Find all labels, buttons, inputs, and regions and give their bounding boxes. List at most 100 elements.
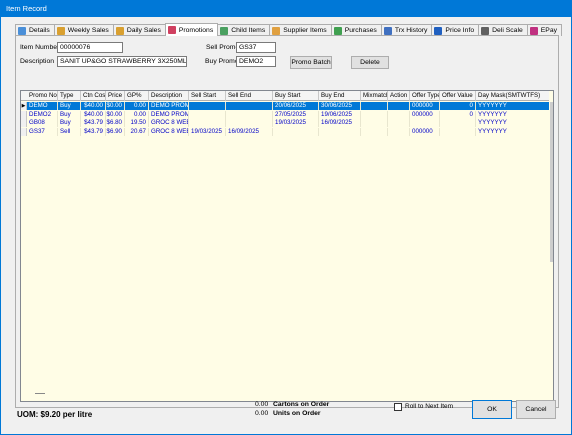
roll-to-next-item-label: Roll to Next Item — [405, 403, 454, 410]
tab-promotions[interactable]: Promotions — [164, 23, 219, 36]
table-cell[interactable]: $6.90 — [106, 127, 125, 136]
table-cell[interactable]: GS37 — [27, 127, 58, 136]
table-cell[interactable] — [361, 119, 388, 127]
table-cell[interactable]: 27/05/2025 — [273, 110, 319, 119]
table-cell[interactable]: Buy — [58, 110, 81, 119]
tab-label: Deli Scale — [492, 27, 523, 34]
description-label: Description — [20, 58, 54, 65]
ok-button[interactable]: OK — [472, 400, 512, 419]
roll-to-next-item-checkbox[interactable] — [394, 403, 402, 411]
buy-promo-field[interactable]: DEMO2 — [236, 56, 276, 67]
table-cell[interactable]: $6.80 — [106, 119, 125, 127]
table-cell[interactable] — [189, 102, 226, 110]
table-cell[interactable]: DEMO PROMO — [149, 102, 189, 110]
table-cell[interactable]: $43.79 — [81, 127, 106, 136]
table-cell[interactable] — [361, 127, 388, 136]
item-number-field[interactable]: 00000076 — [57, 42, 123, 53]
column-header[interactable]: Action — [388, 91, 410, 101]
column-header[interactable]: Offer Type — [410, 91, 440, 101]
table-cell[interactable] — [388, 102, 410, 110]
table-cell[interactable] — [388, 110, 410, 119]
epay-icon — [529, 26, 538, 35]
table-cell[interactable] — [189, 110, 226, 119]
table-cell[interactable] — [361, 102, 388, 110]
table-cell[interactable] — [388, 127, 410, 136]
table-cell[interactable]: 000000 — [410, 127, 440, 136]
table-cell[interactable]: 0.00 — [125, 110, 149, 119]
description-field[interactable]: SANIT UP&GO STRAWBERRY 3X250ML — [57, 56, 187, 67]
table-cell[interactable]: $0.00 — [106, 110, 125, 119]
promo-batch-button[interactable]: Promo Batch — [290, 56, 332, 69]
table-cell[interactable] — [226, 102, 273, 110]
column-header[interactable]: Sell Start — [189, 91, 226, 101]
table-cell[interactable]: YYYYYYY — [476, 110, 551, 119]
table-cell[interactable]: DEMO2 — [27, 110, 58, 119]
table-cell[interactable]: 0.00 — [125, 102, 149, 110]
table-cell[interactable] — [361, 110, 388, 119]
delete-button[interactable]: Delete — [351, 56, 389, 69]
table-row[interactable]: GS37Sell$43.79$6.9020.67GROC 8 WEEK19/03… — [21, 127, 551, 136]
tab-label: Supplier Items — [283, 27, 327, 34]
table-cell[interactable]: Sell — [58, 127, 81, 136]
table-cell[interactable] — [189, 119, 226, 127]
cartons-on-order-value: 0.00 — [255, 401, 269, 408]
table-cell[interactable]: 16/09/2025 — [226, 127, 273, 136]
table-cell[interactable]: 000000 — [410, 110, 440, 119]
cancel-button[interactable]: Cancel — [516, 400, 556, 419]
column-header[interactable]: Day Mask(SMTWTFS) — [476, 91, 551, 101]
table-cell[interactable]: $40.00 — [81, 102, 106, 110]
vertical-scrollbar-thumb[interactable] — [550, 102, 553, 262]
table-cell[interactable]: 19/06/2025 — [319, 110, 361, 119]
table-cell[interactable]: 000000 — [410, 102, 440, 110]
purchases-icon — [333, 26, 342, 35]
column-header[interactable]: Promo No — [27, 91, 58, 101]
table-cell[interactable]: 16/09/2025 — [319, 119, 361, 127]
table-cell[interactable]: 19/03/2025 — [273, 119, 319, 127]
column-header[interactable]: Description — [149, 91, 189, 101]
column-header[interactable]: Sell End — [226, 91, 273, 101]
tab-label: Promotions — [178, 26, 214, 34]
table-cell[interactable]: 0 — [440, 110, 476, 119]
table-cell[interactable] — [226, 119, 273, 127]
table-row[interactable]: DEMO2Buy$40.00$0.000.00DEMO PROMO 27/05/2… — [21, 110, 551, 119]
promotions-grid[interactable]: Promo No Type Ctn Cost Price GP% Description S… — [20, 90, 554, 402]
vertical-scrollbar[interactable] — [549, 91, 553, 401]
table-cell[interactable]: GROC 8 WEEK — [149, 119, 189, 127]
table-cell[interactable]: 20.67 — [125, 127, 149, 136]
column-header[interactable]: Buy Start — [273, 91, 319, 101]
table-cell[interactable]: $40.00 — [81, 110, 106, 119]
table-cell[interactable]: $43.79 — [81, 119, 106, 127]
table-cell[interactable] — [410, 119, 440, 127]
table-cell[interactable]: DEMO — [27, 102, 58, 110]
column-header[interactable]: Buy End — [319, 91, 361, 101]
column-header[interactable]: Offer Value — [440, 91, 476, 101]
table-cell[interactable]: YYYYYYY — [476, 102, 551, 110]
column-header[interactable]: Ctn Cost — [81, 91, 106, 101]
table-cell[interactable]: 30/06/2025 — [319, 102, 361, 110]
table-cell[interactable]: 20/06/2025 — [273, 102, 319, 110]
table-cell[interactable]: GROC 8 WEEK — [149, 127, 189, 136]
table-cell[interactable]: YYYYYYY — [476, 127, 551, 136]
table-cell[interactable] — [440, 119, 476, 127]
column-header[interactable]: Type — [58, 91, 81, 101]
table-cell[interactable]: 19.50 — [125, 119, 149, 127]
table-cell[interactable] — [226, 110, 273, 119]
sell-promo-field[interactable]: GS37 — [236, 42, 276, 53]
table-cell[interactable] — [273, 127, 319, 136]
table-cell[interactable]: Buy — [58, 102, 81, 110]
column-header[interactable]: GP% — [125, 91, 149, 101]
table-cell[interactable] — [319, 127, 361, 136]
table-cell[interactable]: $0.00 — [106, 102, 125, 110]
table-cell[interactable]: GB08 — [27, 119, 58, 127]
table-cell[interactable]: 0 — [440, 102, 476, 110]
table-cell[interactable] — [440, 127, 476, 136]
table-cell[interactable]: DEMO PROMO — [149, 110, 189, 119]
table-cell[interactable]: YYYYYYY — [476, 119, 551, 127]
column-header[interactable]: Mixmatch — [361, 91, 388, 101]
table-cell[interactable] — [388, 119, 410, 127]
column-header[interactable]: Price — [106, 91, 125, 101]
table-row[interactable]: GB08Buy$43.79$6.8019.50GROC 8 WEEK 19/03/… — [21, 119, 551, 127]
table-row[interactable]: ▶DEMOBuy$40.00$0.000.00DEMO PROMO20/06/2… — [21, 102, 551, 110]
table-cell[interactable]: 19/03/2025 — [189, 127, 226, 136]
table-cell[interactable]: Buy — [58, 119, 81, 127]
